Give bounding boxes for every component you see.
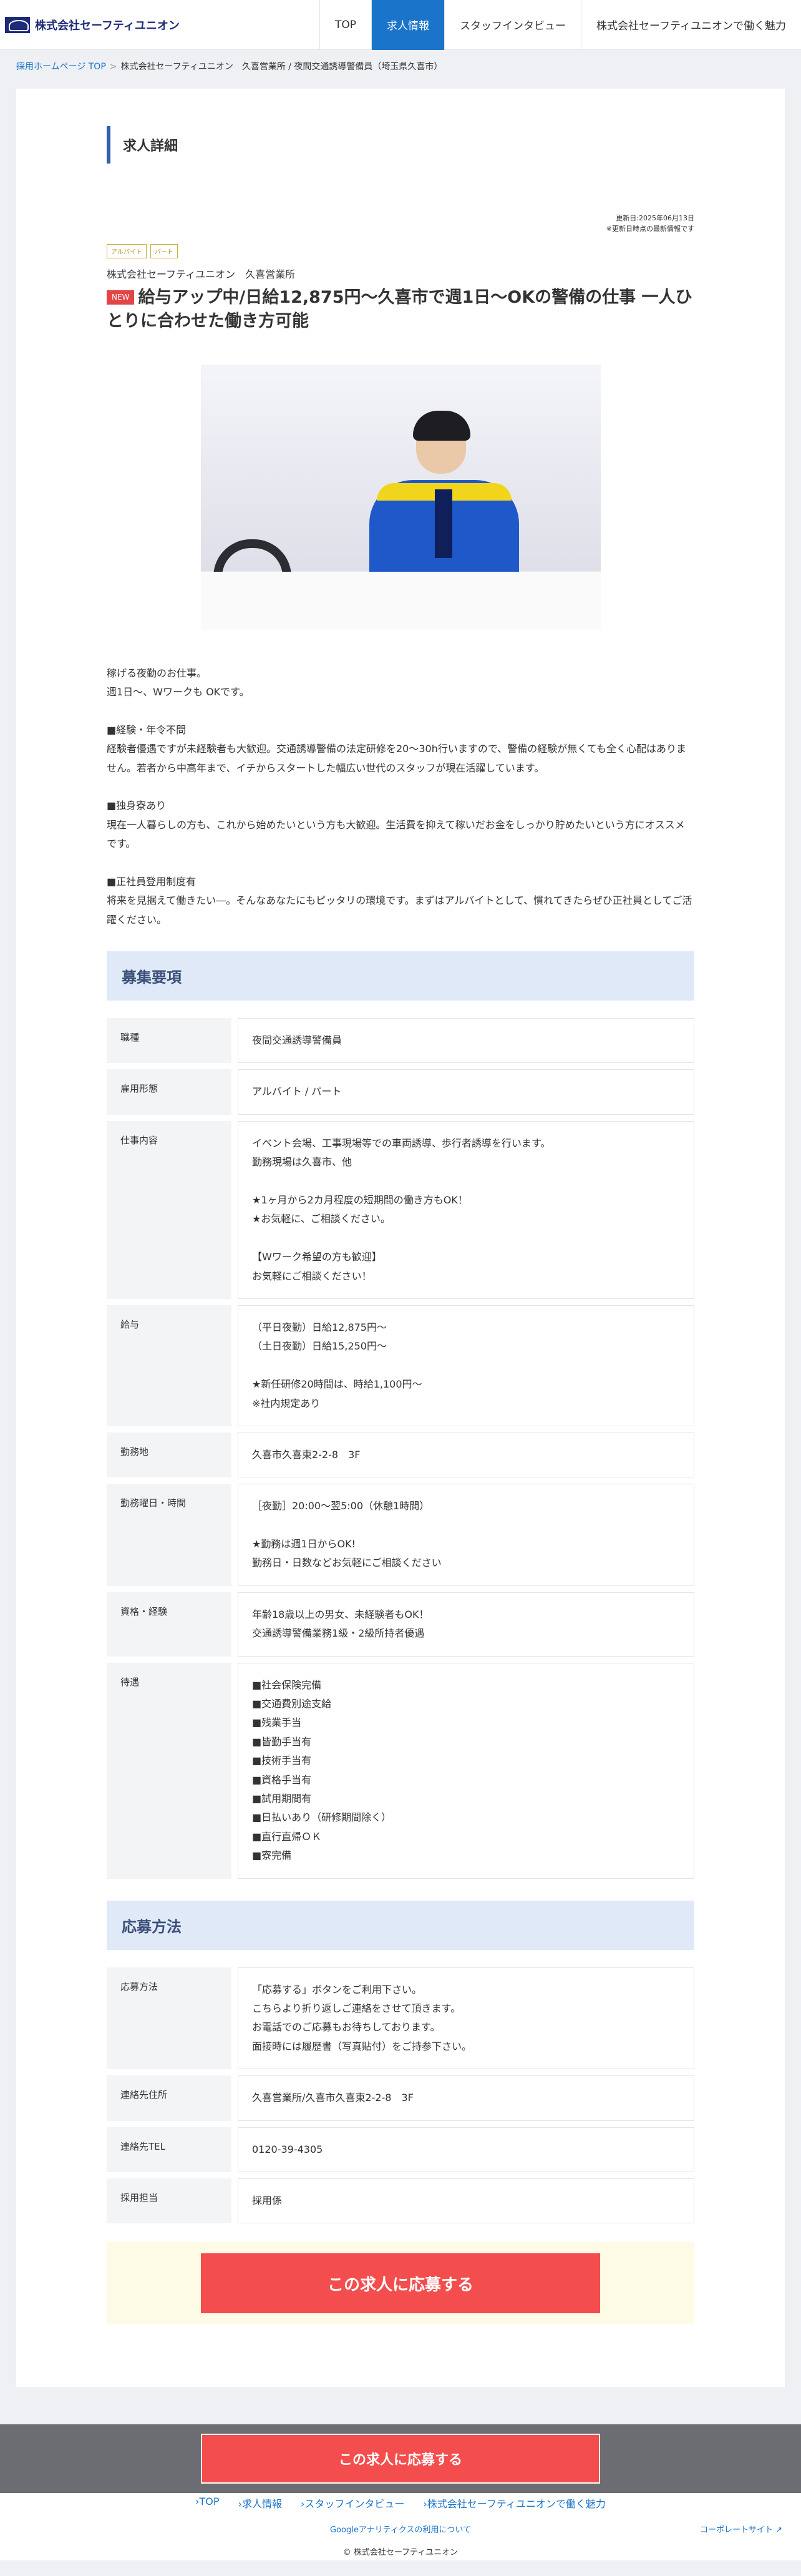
tag-list: アルバイト パート bbox=[107, 244, 694, 258]
row-value: 久喜市久喜東2-2-8 3F bbox=[238, 1432, 694, 1478]
row-value: 「応募する」ボタンをご利用下さい。 こちらより折り返しご連絡をさせて頂きます。 … bbox=[238, 1967, 694, 2070]
application-table: 応募方法 「応募する」ボタンをご利用下さい。 こちらより折り返しご連絡をさせて頂き… bbox=[107, 1967, 694, 2224]
job-photo bbox=[200, 364, 601, 630]
logo-text: 株式会社セーフティユニオン bbox=[35, 19, 180, 32]
apply-area: この求人に応募する bbox=[107, 2242, 694, 2325]
job-description: 稼げる夜勤のお仕事。 週1日〜、Wワークも OKです。 ■経験・年令不問 経験者… bbox=[107, 667, 692, 926]
google-analytics-link[interactable]: Googleアナリティクスの利用について bbox=[0, 2523, 801, 2535]
nav-top[interactable]: TOP bbox=[319, 0, 371, 50]
nav-jobs[interactable]: 求人情報 bbox=[371, 0, 445, 50]
footer-link-appeal[interactable]: 株式会社セーフティユニオンで働く魅力 bbox=[423, 2495, 606, 2510]
footer-link-jobs[interactable]: 求人情報 bbox=[238, 2495, 282, 2510]
footer-apply-band: この求人に応募する bbox=[0, 2424, 801, 2494]
corporate-site-link[interactable]: コーポレートサイト ↗ bbox=[700, 2523, 782, 2535]
row-label: 勤務地 bbox=[107, 1432, 231, 1478]
row-label: 勤務曜日・時間 bbox=[107, 1484, 231, 1586]
job-title-text: 給与アップ中/日給12,875円〜久喜市で週1日〜OKの警備の仕事 一人ひとりに… bbox=[107, 288, 692, 331]
row-value: 久喜営業所/久喜市久喜東2-2-8 3F bbox=[238, 2075, 694, 2121]
section-title: 求人詳細 bbox=[107, 126, 694, 164]
breadcrumb-home[interactable]: 採用ホームページ TOP bbox=[16, 62, 106, 72]
application-heading: 応募方法 bbox=[107, 1900, 694, 1950]
table-row: 資格・経験 年齢18歳以上の男女、未経験者もOK！ 交通誘導警備業務1級・2級所持… bbox=[107, 1592, 694, 1657]
requirements-table: 職種 夜間交通誘導警備員 雇用形態 アルバイト / パート 仕事内容 イベント会場、工… bbox=[107, 1018, 694, 1879]
nav-staff-interview[interactable]: スタッフインタビュー bbox=[444, 0, 581, 50]
guard-hair bbox=[412, 410, 470, 441]
row-value: 0120-39-4305 bbox=[238, 2127, 694, 2172]
table-row: 連絡先TEL 0120-39-4305 bbox=[107, 2127, 694, 2172]
footer-nav: TOP 求人情報 スタッフインタビュー 株式会社セーフティユニオンで働く魅力 bbox=[0, 2493, 801, 2524]
row-value: アルバイト / パート bbox=[238, 1069, 694, 1115]
breadcrumb-separator: > bbox=[109, 62, 117, 72]
site-logo[interactable]: 株式会社セーフティユニオン bbox=[0, 16, 180, 33]
table-row: 応募方法 「応募する」ボタンをご利用下さい。 こちらより折り返しご連絡をさせて頂き… bbox=[107, 1967, 694, 2070]
table-row: 採用担当 採用係 bbox=[107, 2178, 694, 2224]
row-label: 応募方法 bbox=[107, 1967, 231, 2070]
row-value: イベント会場、工事現場等での車両誘導、歩行者誘導を行います。 勤務現場は久喜市、… bbox=[238, 1120, 694, 1299]
footer-apply-button[interactable]: この求人に応募する bbox=[201, 2434, 600, 2484]
job-title: NEW 給与アップ中/日給12,875円〜久喜市で週1日〜OKの警備の仕事 一人ひ… bbox=[107, 286, 694, 333]
row-value: ［夜勤］20:00〜翌5:00（休憩1時間） ★勤務は週1日からOK! 勤務日・… bbox=[238, 1484, 694, 1586]
updated-date: 更新日:2025年06月13日 bbox=[616, 214, 694, 222]
row-label: 連絡先TEL bbox=[107, 2127, 231, 2172]
row-label: 連絡先住所 bbox=[107, 2075, 231, 2121]
row-value: 年齢18歳以上の男女、未経験者もOK！ 交通誘導警備業務1級・2級所持者優遇 bbox=[238, 1592, 694, 1657]
table-row: 連絡先住所 久喜営業所/久喜市久喜東2-2-8 3F bbox=[107, 2075, 694, 2121]
footer-link-top[interactable]: TOP bbox=[195, 2495, 220, 2510]
table-row: 勤務地 久喜市久喜東2-2-8 3F bbox=[107, 1432, 694, 1478]
row-value: ■社会保険完備 ■交通費別途支給 ■残業手当 ■皆勤手当有 ■技術手当有 ■資格… bbox=[238, 1662, 694, 1879]
copyright: © 株式会社セーフティユニオン bbox=[342, 2548, 459, 2558]
row-value: 採用係 bbox=[238, 2178, 694, 2224]
updated-note: ※更新日時点の最新情報です bbox=[606, 224, 694, 233]
row-label: 採用担当 bbox=[107, 2178, 231, 2224]
table-row: 職種 夜間交通誘導警備員 bbox=[107, 1018, 694, 1064]
nav-appeal[interactable]: 株式会社セーフティユニオンで働く魅力 bbox=[581, 0, 801, 50]
row-label: 雇用形態 bbox=[107, 1069, 231, 1115]
breadcrumb: 採用ホームページ TOP > 株式会社セーフティユニオン 久喜営業所 / 夜間交通誘… bbox=[0, 50, 801, 82]
new-badge: NEW bbox=[107, 290, 135, 305]
corporate-site-label: コーポレートサイト bbox=[699, 2525, 773, 2535]
tag-part-time: アルバイト bbox=[107, 244, 147, 258]
guard-tie bbox=[434, 489, 452, 558]
desk-shape bbox=[200, 571, 601, 630]
footer-bottom: Googleアナリティクスの利用について コーポレートサイト ↗ © 株式会社セ… bbox=[0, 2523, 801, 2561]
row-label: 給与 bbox=[107, 1305, 231, 1426]
row-label: 資格・経験 bbox=[107, 1592, 231, 1657]
table-row: 仕事内容 イベント会場、工事現場等での車両誘導、歩行者誘導を行います。 勤務現場は… bbox=[107, 1120, 694, 1299]
tag-part: パート bbox=[150, 244, 178, 258]
logo-mark-icon bbox=[5, 16, 30, 33]
external-link-icon: ↗ bbox=[775, 2525, 782, 2535]
site-header: 株式会社セーフティユニオン TOP 求人情報 スタッフインタビュー 株式会社セー… bbox=[0, 0, 801, 50]
job-detail-card: 求人詳細 更新日:2025年06月13日 ※更新日時点の最新情報です アルバイト… bbox=[16, 89, 785, 2387]
breadcrumb-current: 株式会社セーフティユニオン 久喜営業所 / 夜間交通誘導警備員（埼玉県久喜市） bbox=[120, 62, 443, 72]
company-name: 株式会社セーフティユニオン 久喜営業所 bbox=[107, 268, 296, 280]
main-nav: TOP 求人情報 スタッフインタビュー 株式会社セーフティユニオンで働く魅力 bbox=[319, 0, 801, 50]
row-value: （平日夜勤）日給12,875円〜 （土日夜勤）日給15,250円〜 ★新任研修2… bbox=[238, 1305, 694, 1426]
updated-info: 更新日:2025年06月13日 ※更新日時点の最新情報です bbox=[107, 213, 694, 234]
guard-figure bbox=[369, 410, 519, 589]
row-label: 職種 bbox=[107, 1018, 231, 1064]
table-row: 待遇 ■社会保険完備 ■交通費別途支給 ■残業手当 ■皆勤手当有 ■技術手当有 ■… bbox=[107, 1662, 694, 1879]
apply-button[interactable]: この求人に応募する bbox=[201, 2253, 600, 2314]
table-row: 給与 （平日夜勤）日給12,875円〜 （土日夜勤）日給15,250円〜 ★新任研… bbox=[107, 1305, 694, 1426]
table-row: 勤務曜日・時間 ［夜勤］20:00〜翌5:00（休憩1時間） ★勤務は週1日からO… bbox=[107, 1484, 694, 1586]
row-label: 待遇 bbox=[107, 1662, 231, 1879]
site-footer: この求人に応募する TOP 求人情報 スタッフインタビュー 株式会社セーフティユ… bbox=[0, 2424, 801, 2561]
requirements-heading: 募集要項 bbox=[107, 951, 694, 1001]
row-label: 仕事内容 bbox=[107, 1120, 231, 1299]
row-value: 夜間交通誘導警備員 bbox=[238, 1018, 694, 1064]
footer-link-staff-interview[interactable]: スタッフインタビュー bbox=[301, 2495, 404, 2510]
table-row: 雇用形態 アルバイト / パート bbox=[107, 1069, 694, 1115]
